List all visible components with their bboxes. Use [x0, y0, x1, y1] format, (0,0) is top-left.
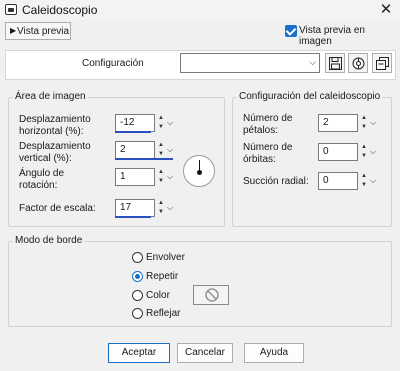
spin-up-icon[interactable]: ▲ — [156, 114, 166, 123]
cancel-button[interactable]: Cancelar — [177, 343, 233, 363]
border-color-swatch[interactable] — [193, 285, 229, 305]
h-offset-slider-bar[interactable] — [115, 131, 151, 133]
triangle-right-icon: ▶ — [10, 26, 17, 35]
dial-hub — [197, 170, 202, 175]
rotation-dial[interactable] — [183, 155, 215, 187]
app-icon — [5, 4, 17, 15]
petals-input[interactable]: 2 — [318, 114, 358, 132]
radio-color-label[interactable]: Color — [146, 290, 170, 301]
accept-button[interactable]: Aceptar — [108, 343, 170, 363]
v-offset-spinner[interactable]: ▲ ▼ — [156, 141, 166, 159]
no-color-icon — [205, 288, 219, 302]
scale-dropdown-chevron[interactable]: ⌵ — [166, 199, 174, 217]
suction-spinner[interactable]: ▲ ▼ — [359, 172, 369, 190]
spin-up-icon[interactable]: ▲ — [156, 168, 166, 177]
chevron-down-icon: ⌵ — [309, 57, 316, 67]
radio-reflect[interactable] — [132, 308, 143, 319]
spin-down-icon[interactable]: ▼ — [156, 123, 166, 132]
preview-on-image-checkbox[interactable] — [285, 25, 297, 37]
spin-down-icon[interactable]: ▼ — [359, 123, 369, 132]
image-area-title: Área de imagen — [13, 91, 88, 102]
manage-presets-button[interactable] — [372, 53, 392, 73]
config-label: Configuración — [82, 58, 144, 69]
v-offset-slider-bar[interactable] — [115, 158, 173, 160]
radio-wrap-label[interactable]: Envolver — [146, 252, 185, 263]
manage-presets-icon — [376, 57, 389, 70]
radio-color[interactable] — [132, 290, 143, 301]
h-offset-label: Desplazamiento horizontal (%): — [19, 114, 91, 137]
preset-icon — [352, 57, 365, 70]
spin-up-icon[interactable]: ▲ — [156, 199, 166, 208]
radio-repeat[interactable] — [132, 271, 143, 282]
scale-spinner[interactable]: ▲ ▼ — [156, 199, 166, 217]
border-mode-title: Modo de borde — [13, 235, 85, 246]
orbits-label: Número de órbitas: — [243, 142, 293, 165]
orbits-dropdown-chevron[interactable]: ⌵ — [369, 143, 377, 161]
save-icon — [329, 57, 342, 70]
scale-slider-bar[interactable] — [115, 216, 151, 218]
spin-up-icon[interactable]: ▲ — [156, 141, 166, 150]
suction-label: Succión radial: — [243, 176, 309, 187]
scale-input[interactable]: 17 — [115, 199, 155, 217]
rotation-label: Ángulo de rotación: — [19, 168, 65, 191]
spin-up-icon[interactable]: ▲ — [359, 172, 369, 181]
petals-dropdown-chevron[interactable]: ⌵ — [369, 114, 377, 132]
petals-label: Número de pétalos: — [243, 113, 293, 136]
orbits-input[interactable]: 0 — [318, 143, 358, 161]
preview-on-image-label[interactable]: Vista previa en imagen — [299, 25, 400, 47]
v-offset-label: Desplazamiento vertical (%): — [19, 141, 91, 164]
scale-label: Factor de escala: — [19, 203, 96, 214]
suction-input[interactable]: 0 — [318, 172, 358, 190]
v-offset-dropdown-chevron[interactable]: ⌵ — [166, 141, 174, 159]
radio-wrap[interactable] — [132, 252, 143, 263]
save-preset-button[interactable] — [325, 53, 345, 73]
spin-down-icon[interactable]: ▼ — [156, 208, 166, 217]
rotation-input[interactable]: 1 — [115, 168, 155, 186]
preview-toggle-button[interactable]: ▶ Vista previa — [5, 22, 71, 40]
spin-up-icon[interactable]: ▲ — [359, 143, 369, 152]
petals-spinner[interactable]: ▲ ▼ — [359, 114, 369, 132]
preset-button[interactable] — [348, 53, 368, 73]
spin-down-icon[interactable]: ▼ — [156, 177, 166, 186]
spin-down-icon[interactable]: ▼ — [359, 181, 369, 190]
orbits-spinner[interactable]: ▲ ▼ — [359, 143, 369, 161]
h-offset-input[interactable]: -12 — [115, 114, 155, 132]
close-icon[interactable]: ✕ — [376, 0, 396, 20]
kaleido-config-title: Configuración del caleidoscopio — [237, 91, 383, 102]
h-offset-dropdown-chevron[interactable]: ⌵ — [166, 114, 174, 132]
config-dropdown[interactable]: ⌵ — [180, 53, 320, 73]
spin-down-icon[interactable]: ▼ — [359, 152, 369, 161]
h-offset-spinner[interactable]: ▲ ▼ — [156, 114, 166, 132]
radio-repeat-label[interactable]: Repetir — [146, 271, 178, 282]
spin-up-icon[interactable]: ▲ — [359, 114, 369, 123]
radio-reflect-label[interactable]: Reflejar — [146, 308, 180, 319]
border-mode-group — [8, 241, 392, 327]
help-button[interactable]: Ayuda — [244, 343, 304, 363]
window-title: Caleidoscopio — [22, 3, 98, 17]
preview-toggle-label: Vista previa — [17, 26, 70, 37]
suction-dropdown-chevron[interactable]: ⌵ — [369, 172, 377, 190]
v-offset-input[interactable]: 2 — [115, 141, 155, 159]
rotation-spinner[interactable]: ▲ ▼ — [156, 168, 166, 186]
rotation-dropdown-chevron[interactable]: ⌵ — [166, 168, 174, 186]
